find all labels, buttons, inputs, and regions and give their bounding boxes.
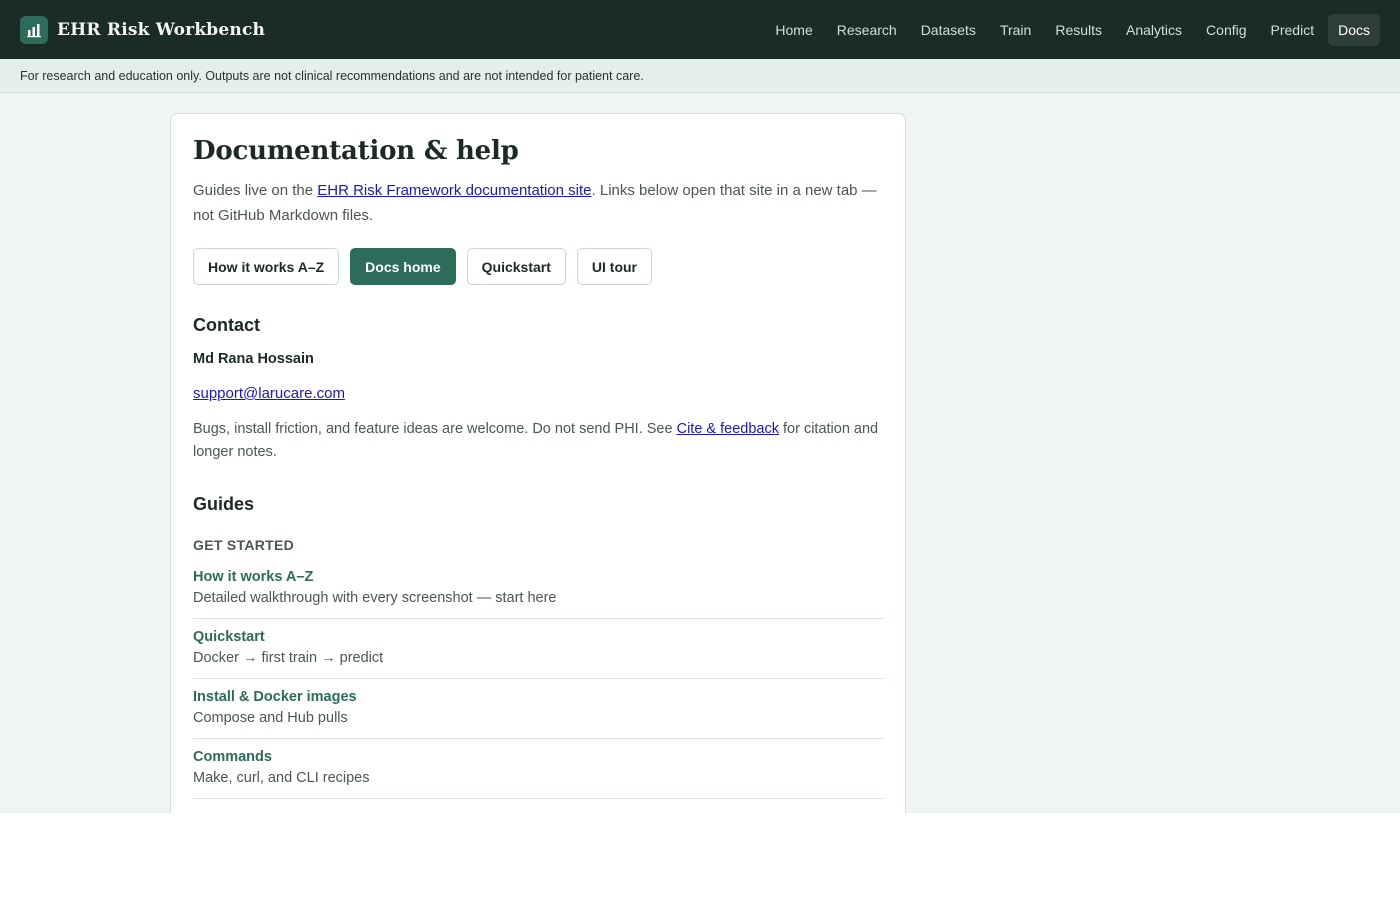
docs-site-link[interactable]: EHR Risk Framework documentation site <box>317 182 591 199</box>
list-item: Commands Make, curl, and CLI recipes <box>193 749 883 799</box>
guide-desc: Compose and Hub pulls <box>193 710 348 726</box>
docs-home-button[interactable]: Docs home <box>350 248 456 285</box>
contact-heading: Contact <box>193 315 260 335</box>
intro-text-before: Guides live on the <box>193 182 318 199</box>
disclaimer-banner: For research and education only. Outputs… <box>0 59 1400 93</box>
guide-title-link[interactable]: Commands <box>193 749 883 765</box>
contact-note-before: Bugs, install friction, and feature idea… <box>193 421 677 437</box>
top-navbar: EHR Risk Workbench Home Research Dataset… <box>0 0 1400 59</box>
guide-list: How it works A–Z Detailed walkthrough wi… <box>193 569 883 799</box>
contact-note: Bugs, install friction, and feature idea… <box>193 418 883 464</box>
docs-card: Documentation & help Guides live on the … <box>170 113 906 813</box>
list-item: How it works A–Z Detailed walkthrough wi… <box>193 569 883 619</box>
guide-desc: Docker → first train → predict <box>193 650 384 666</box>
nav-item-docs[interactable]: Docs <box>1328 13 1380 46</box>
intro-text: Guides live on the EHR Risk Framework do… <box>193 178 883 228</box>
contact-name: Md Rana Hossain <box>193 351 314 367</box>
nav-item-analytics[interactable]: Analytics <box>1116 14 1192 46</box>
app-viewport: EHR Risk Workbench Home Research Dataset… <box>0 0 1400 813</box>
how-it-works-button[interactable]: How it works A–Z <box>193 248 340 285</box>
quick-links: How it works A–Z Docs home Quickstart UI… <box>193 248 883 285</box>
guide-group-label: GET STARTED <box>193 537 295 553</box>
nav-item-datasets[interactable]: Datasets <box>911 14 986 46</box>
guide-desc: Make, curl, and CLI recipes <box>193 770 370 786</box>
guides-heading: Guides <box>193 494 255 514</box>
main-nav: Home Research Datasets Train Results Ana… <box>765 13 1380 46</box>
list-item: Quickstart Docker → first train → predic… <box>193 629 883 679</box>
list-item: Install & Docker images Compose and Hub … <box>193 689 883 739</box>
cite-feedback-link[interactable]: Cite & feedback <box>677 421 779 437</box>
page-title: Documentation & help <box>193 136 519 166</box>
guide-title-link[interactable]: Install & Docker images <box>193 689 883 705</box>
nav-item-results[interactable]: Results <box>1045 14 1112 46</box>
quickstart-button[interactable]: Quickstart <box>466 248 566 285</box>
guide-title-link[interactable]: How it works A–Z <box>193 569 883 585</box>
contact-email-link[interactable]: support@larucare.com <box>193 385 345 402</box>
bar-chart-icon <box>20 15 48 44</box>
ui-tour-button[interactable]: UI tour <box>576 248 652 285</box>
guide-desc: Detailed walkthrough with every screensh… <box>193 590 557 606</box>
app-title: EHR Risk Workbench <box>57 19 266 40</box>
contact-email-wrap: support@larucare.com <box>193 385 883 402</box>
nav-item-config[interactable]: Config <box>1196 14 1256 46</box>
brand[interactable]: EHR Risk Workbench <box>20 15 266 44</box>
nav-item-predict[interactable]: Predict <box>1261 14 1325 46</box>
nav-item-train[interactable]: Train <box>990 14 1041 46</box>
nav-item-research[interactable]: Research <box>827 14 907 46</box>
guide-title-link[interactable]: Quickstart <box>193 629 883 645</box>
nav-item-home[interactable]: Home <box>765 14 822 46</box>
